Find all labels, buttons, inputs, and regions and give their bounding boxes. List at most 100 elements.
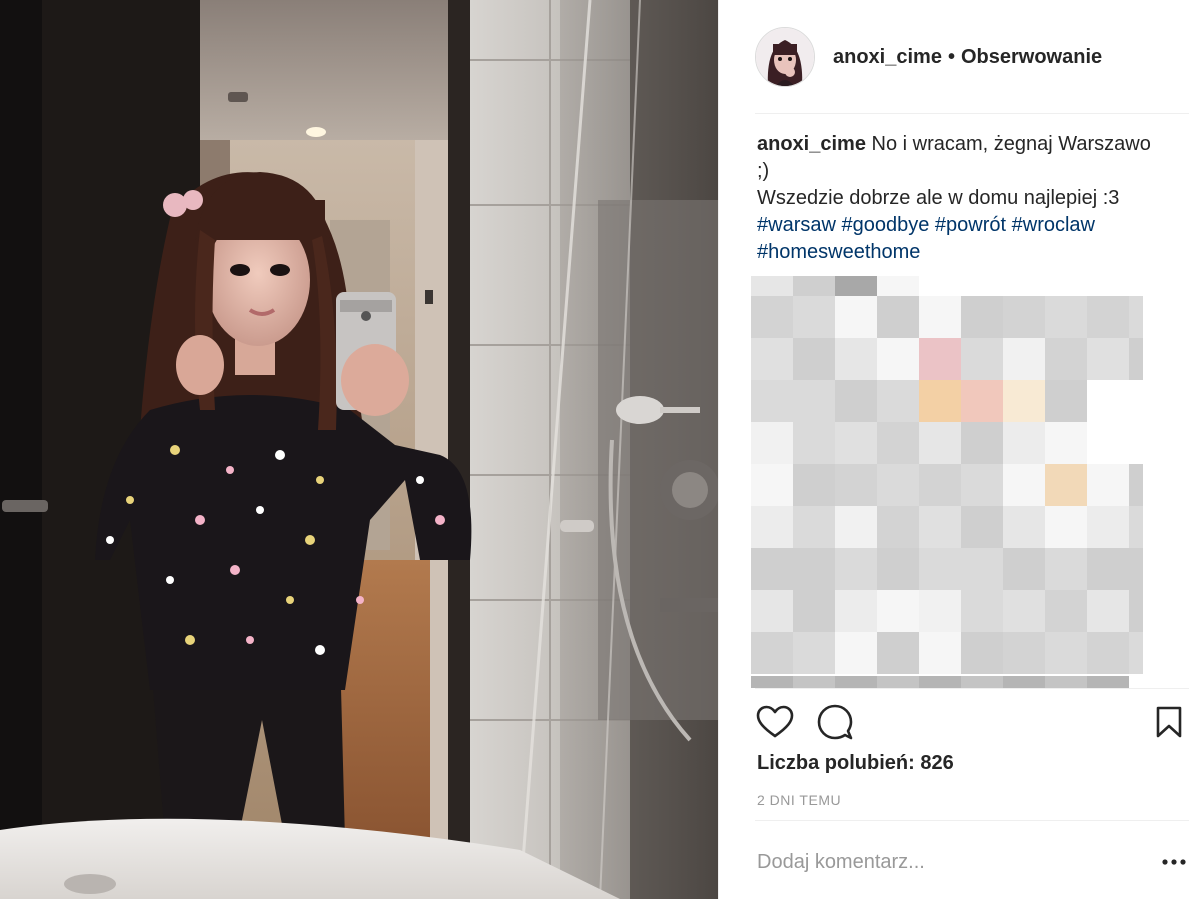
mosaic-cell xyxy=(1003,380,1045,422)
mosaic-cell xyxy=(793,296,835,338)
pixelation-mosaic xyxy=(751,276,1143,688)
mosaic-cell xyxy=(793,380,835,422)
mosaic-cell xyxy=(1045,590,1087,632)
mosaic-cell xyxy=(961,464,1003,506)
hashtag-link[interactable]: #warsaw xyxy=(757,214,836,236)
mosaic-cell xyxy=(877,548,919,590)
mosaic-cell xyxy=(751,380,793,422)
mosaic-cell xyxy=(1087,464,1129,506)
mosaic-cell xyxy=(1045,548,1087,590)
hashtag-link[interactable]: #wroclaw xyxy=(1012,214,1095,236)
header-username[interactable]: anoxi_cime xyxy=(833,46,942,68)
mosaic-cell xyxy=(835,506,877,548)
mosaic-cell xyxy=(1087,296,1129,338)
mosaic-cell xyxy=(961,338,1003,380)
mosaic-cell xyxy=(1045,632,1087,674)
mosaic-cell xyxy=(877,632,919,674)
comment-divider xyxy=(755,820,1189,821)
save-button[interactable] xyxy=(1149,700,1189,744)
mosaic-cell xyxy=(793,422,835,464)
mosaic-cell xyxy=(1129,338,1143,380)
mosaic-cell xyxy=(1045,338,1087,380)
mosaic-cell xyxy=(1129,590,1143,632)
likes-count[interactable]: Liczba polubień: 826 xyxy=(757,752,954,775)
comment-icon xyxy=(817,704,853,740)
hashtag-link[interactable]: #goodbye xyxy=(841,214,929,236)
follow-status-button[interactable]: Obserwowanie xyxy=(961,46,1102,68)
mosaic-cell xyxy=(751,590,793,632)
mosaic-cell xyxy=(961,296,1003,338)
post-timestamp[interactable]: 2 DNI TEMU xyxy=(757,792,841,808)
mosaic-cell xyxy=(835,676,877,688)
mosaic-cell xyxy=(751,464,793,506)
like-button[interactable] xyxy=(755,700,795,744)
mosaic-cell xyxy=(877,464,919,506)
post-header: anoxi_cime • Obserwowanie xyxy=(755,22,1187,92)
mosaic-cell xyxy=(919,548,961,590)
mosaic-cell xyxy=(751,338,793,380)
mosaic-cell xyxy=(919,296,961,338)
mosaic-cell xyxy=(919,676,961,688)
mosaic-cell xyxy=(1003,676,1045,688)
mosaic-cell xyxy=(1087,380,1129,422)
mosaic-cell xyxy=(1129,506,1143,548)
caption-username[interactable]: anoxi_cime xyxy=(757,133,866,155)
mosaic-cell xyxy=(1003,590,1045,632)
hashtag-link[interactable]: #homesweethome xyxy=(757,241,920,263)
bookmark-icon xyxy=(1156,706,1182,738)
mosaic-cell xyxy=(835,338,877,380)
mosaic-cell xyxy=(877,676,919,688)
comment-form xyxy=(755,836,1189,888)
mosaic-cell xyxy=(1129,464,1143,506)
mosaic-cell xyxy=(751,548,793,590)
mosaic-cell xyxy=(1129,548,1143,590)
mosaic-cell xyxy=(919,422,961,464)
mosaic-cell xyxy=(1129,422,1143,464)
caption-line-2: Wszedzie dobrze ale w domu najlepiej :3 xyxy=(757,187,1120,209)
mosaic-cell xyxy=(919,632,961,674)
mosaic-cell xyxy=(835,276,877,296)
mosaic-cell xyxy=(835,632,877,674)
post-photo[interactable] xyxy=(0,0,718,899)
mosaic-cell xyxy=(1003,296,1045,338)
mosaic-cell xyxy=(793,276,835,296)
mosaic-cell xyxy=(1129,632,1143,674)
mosaic-cell xyxy=(877,422,919,464)
mosaic-cell xyxy=(835,548,877,590)
mosaic-cell xyxy=(1087,422,1129,464)
mosaic-cell xyxy=(877,296,919,338)
avatar[interactable] xyxy=(755,27,815,87)
mosaic-cell xyxy=(1087,548,1129,590)
mosaic-cell xyxy=(793,338,835,380)
mosaic-cell xyxy=(1045,676,1087,688)
mosaic-cell xyxy=(835,590,877,632)
mosaic-cell xyxy=(877,338,919,380)
mosaic-cell xyxy=(877,276,919,296)
more-options-button[interactable] xyxy=(1159,850,1189,874)
mosaic-cell xyxy=(793,506,835,548)
mosaic-cell xyxy=(793,590,835,632)
mosaic-cell xyxy=(919,380,961,422)
mosaic-cell xyxy=(751,506,793,548)
mosaic-cell xyxy=(1045,506,1087,548)
mosaic-cell xyxy=(1045,380,1087,422)
mosaic-cell xyxy=(751,422,793,464)
pixelated-comments-area xyxy=(751,276,1143,688)
actions-divider xyxy=(755,688,1189,689)
post-details-panel: anoxi_cime • Obserwowanie anoxi_cime No i … xyxy=(718,0,1200,899)
mosaic-cell xyxy=(1003,506,1045,548)
comment-button[interactable] xyxy=(815,700,855,744)
more-options-icon xyxy=(1162,859,1186,865)
mosaic-cell xyxy=(877,506,919,548)
mosaic-cell xyxy=(1045,422,1087,464)
mosaic-cell xyxy=(793,632,835,674)
mosaic-cell xyxy=(919,506,961,548)
mosaic-cell xyxy=(961,380,1003,422)
hashtag-link[interactable]: #powrót xyxy=(935,214,1006,236)
mosaic-cell xyxy=(1087,506,1129,548)
mosaic-cell xyxy=(877,590,919,632)
mosaic-cell xyxy=(1087,676,1129,688)
mosaic-cell xyxy=(961,590,1003,632)
mosaic-cell xyxy=(1087,338,1129,380)
comment-input[interactable] xyxy=(755,850,1137,874)
